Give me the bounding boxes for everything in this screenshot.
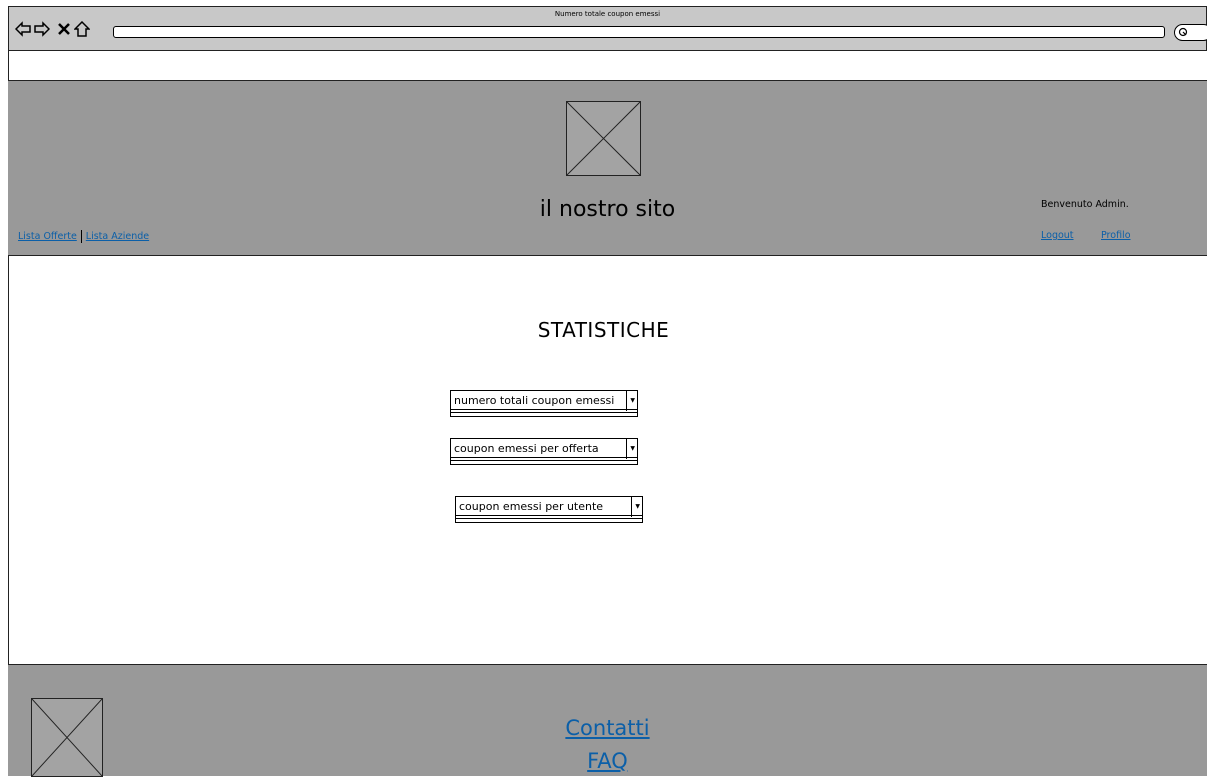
address-bar[interactable]: [113, 26, 1165, 38]
stats-select-coupons-per-user[interactable]: coupon emessi per utente ▼: [455, 496, 643, 526]
site-footer: Contatti FAQ: [8, 664, 1207, 777]
main-nav: Lista Offerte Lista Aziende: [18, 230, 149, 243]
close-icon[interactable]: [56, 21, 72, 37]
select-box[interactable]: coupon emessi per utente ▼: [455, 496, 643, 517]
select-value: coupon emessi per utente: [459, 500, 604, 513]
nav-separator: [80, 230, 82, 243]
select-list: [450, 458, 638, 465]
select-toggle[interactable]: ▼: [626, 439, 637, 459]
image-placeholder-icon: [566, 101, 641, 176]
select-list: [450, 410, 638, 417]
contacts-link[interactable]: Contatti: [565, 716, 649, 740]
back-arrow-icon[interactable]: [15, 21, 31, 37]
welcome-message: Benvenuto Admin.: [1041, 199, 1129, 210]
site-title: il nostro sito: [539, 197, 676, 222]
page-title: STATISTICHE: [537, 318, 670, 342]
logout-link[interactable]: Logout: [1041, 230, 1074, 241]
stats-select-coupons-per-offer[interactable]: coupon emessi per offerta ▼: [450, 438, 638, 468]
select-value: numero totali coupon emessi: [454, 394, 615, 407]
window-title: Numero totale coupon emessi: [554, 10, 661, 18]
browser-search-button[interactable]: [1174, 24, 1207, 41]
profile-link[interactable]: Profilo: [1101, 230, 1131, 241]
search-icon: [1178, 27, 1188, 37]
select-list: [455, 516, 643, 523]
forward-arrow-icon[interactable]: [34, 21, 50, 37]
select-toggle[interactable]: ▼: [626, 391, 637, 411]
select-toggle[interactable]: ▼: [631, 497, 642, 517]
browser-toolbar: Numero totale coupon emessi: [8, 6, 1207, 51]
faq-link[interactable]: FAQ: [587, 749, 628, 773]
nav-link-companies[interactable]: Lista Aziende: [86, 231, 149, 242]
nav-link-offers[interactable]: Lista Offerte: [18, 231, 77, 242]
home-icon[interactable]: [74, 21, 90, 37]
footer-contacts-row: Contatti: [8, 716, 1207, 740]
select-value: coupon emessi per offerta: [454, 442, 599, 455]
chevron-down-icon: ▼: [630, 445, 635, 452]
select-box[interactable]: coupon emessi per offerta ▼: [450, 438, 638, 459]
select-box[interactable]: numero totali coupon emessi ▼: [450, 390, 638, 411]
stats-select-total-coupons[interactable]: numero totali coupon emessi ▼: [450, 390, 638, 420]
site-header: il nostro sito Lista Offerte Lista Aziend…: [8, 80, 1207, 256]
chevron-down-icon: ▼: [630, 397, 635, 404]
footer-faq-row: FAQ: [8, 749, 1207, 773]
chevron-down-icon: ▼: [635, 503, 640, 510]
